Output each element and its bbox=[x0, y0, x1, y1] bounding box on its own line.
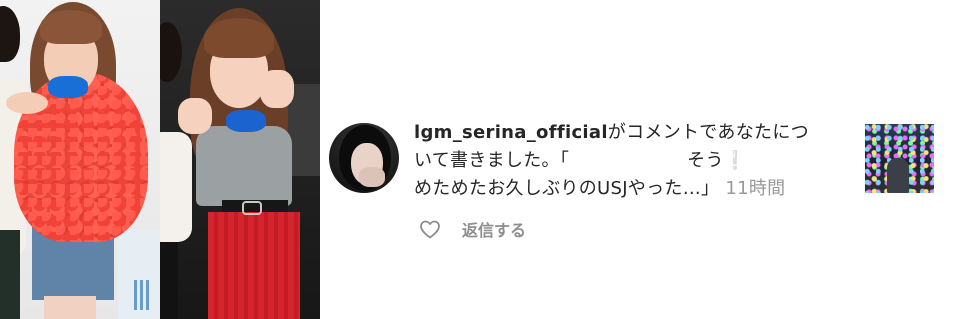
photo-left bbox=[0, 0, 160, 319]
notification-text[interactable]: lgm_serina_officialがコメントであなたにつ いて書きました。「… bbox=[414, 119, 844, 203]
message-line3: めためたお久しぶりのUSJやった…」 bbox=[414, 178, 720, 199]
timestamp: 11時間 bbox=[725, 178, 786, 199]
exclamation-emoji: ❕ bbox=[723, 150, 747, 171]
friend-hair bbox=[0, 6, 20, 62]
heart-hands bbox=[6, 92, 48, 114]
avatar-hand bbox=[359, 167, 385, 187]
friend-lower bbox=[160, 242, 178, 319]
post-thumbnail[interactable] bbox=[865, 124, 934, 193]
photo-right bbox=[160, 0, 320, 319]
wall-letters bbox=[134, 280, 150, 310]
thumbnail-figure bbox=[887, 158, 909, 193]
message-line2-start: いて書きました。「 bbox=[414, 150, 570, 171]
comment-actions: 返信する bbox=[418, 216, 526, 242]
girl-bangs bbox=[40, 10, 102, 44]
blue-headphones bbox=[48, 76, 88, 98]
notification-screen: lgm_serina_officialがコメントであなたにつ いて書きました。「… bbox=[0, 0, 960, 319]
heart-outline-icon[interactable] bbox=[418, 217, 442, 241]
right-hand bbox=[260, 70, 294, 108]
red-pleated-skirt bbox=[208, 212, 300, 319]
belt-buckle bbox=[242, 201, 262, 215]
user-avatar[interactable] bbox=[329, 123, 399, 193]
message-line2-end: そう bbox=[687, 150, 724, 171]
girl-top bbox=[196, 126, 292, 206]
girl-legs bbox=[44, 296, 96, 319]
friend-skirt bbox=[0, 230, 20, 319]
friend-hair bbox=[160, 22, 182, 82]
blue-headphones bbox=[226, 110, 266, 132]
reply-button[interactable]: 返信する bbox=[462, 217, 526, 241]
left-hand bbox=[178, 98, 212, 134]
username-link[interactable]: lgm_serina_official bbox=[414, 122, 608, 143]
girl-bangs bbox=[204, 18, 274, 58]
friend-body bbox=[160, 132, 192, 242]
message-line1: がコメントであなたにつ bbox=[607, 122, 809, 143]
